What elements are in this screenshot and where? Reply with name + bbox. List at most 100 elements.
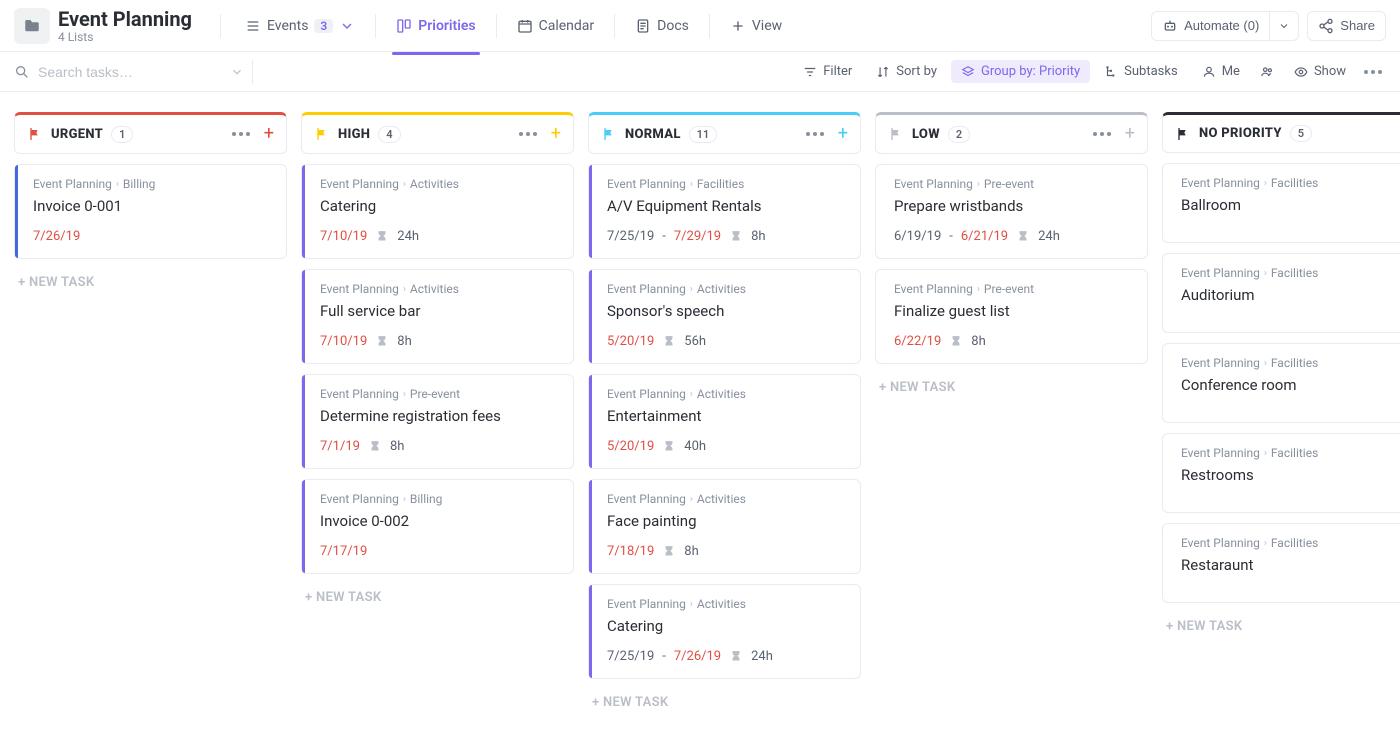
task-card[interactable]: Event Planning›FacilitiesA/V Equipment R… [588, 164, 861, 259]
flag-icon [601, 126, 617, 142]
task-breadcrumb: Event Planning›Pre-event [894, 282, 1133, 296]
column-name: NO PRIORITY [1199, 126, 1282, 141]
chevron-right-icon: › [1264, 358, 1267, 369]
list-name: Activities [697, 282, 746, 296]
more-menu[interactable] [1360, 66, 1386, 78]
hourglass-icon [949, 335, 963, 349]
task-breadcrumb: Event Planning›Pre-event [894, 177, 1133, 191]
task-title: Face painting [607, 512, 846, 530]
tab-calendar[interactable]: Calendar [505, 10, 607, 42]
list-name: Facilities [1271, 266, 1318, 280]
task-date-end: 6/21/19 [961, 229, 1008, 244]
hourglass-icon [662, 545, 676, 559]
share-button[interactable]: Share [1307, 11, 1386, 41]
project-name: Event Planning [607, 492, 686, 506]
task-card[interactable]: Event Planning›FacilitiesConference room [1162, 343, 1400, 423]
task-card[interactable]: Event Planning›ActivitiesFull service ba… [301, 269, 574, 364]
tab-priorities[interactable]: Priorities [384, 10, 487, 42]
task-card[interactable]: Event Planning›Pre-eventDetermine regist… [301, 374, 574, 469]
hourglass-icon [368, 440, 382, 454]
task-date: 7/26/19 [33, 229, 80, 244]
new-task-button[interactable]: + NEW TASK [875, 374, 1148, 401]
task-title: A/V Equipment Rentals [607, 197, 846, 215]
chevron-right-icon: › [690, 599, 693, 610]
task-card[interactable]: Event Planning›FacilitiesBallroom [1162, 163, 1400, 243]
add-task-button[interactable]: + [264, 125, 274, 143]
board-icon [396, 18, 412, 34]
hourglass-icon [375, 335, 389, 349]
chevron-right-icon: › [690, 179, 693, 190]
show-button[interactable]: Show [1284, 60, 1356, 83]
task-card[interactable]: Event Planning›BillingInvoice 0-0027/17/… [301, 479, 574, 574]
column-count: 11 [689, 126, 718, 143]
task-card[interactable]: Event Planning›FacilitiesRestrooms [1162, 433, 1400, 513]
group-button[interactable]: Group by: Priority [951, 60, 1090, 83]
task-date: 7/17/19 [320, 544, 367, 559]
task-card[interactable]: Event Planning›Pre-eventPrepare wristban… [875, 164, 1148, 259]
task-card[interactable]: Event Planning›ActivitiesCatering7/10/19… [301, 164, 574, 259]
hourglass-icon [1016, 230, 1030, 244]
robot-icon [1162, 18, 1178, 34]
column-menu[interactable] [515, 128, 541, 140]
task-breadcrumb: Event Planning›Facilities [1181, 536, 1400, 550]
top-bar: Event Planning 4 Lists Events 3 Prioriti… [0, 0, 1400, 52]
task-card[interactable]: Event Planning›ActivitiesCatering7/25/19… [588, 584, 861, 679]
tab-add-view[interactable]: View [718, 10, 794, 42]
add-task-button[interactable]: + [838, 125, 848, 143]
add-task-button[interactable]: + [1125, 125, 1135, 143]
new-task-button[interactable]: + NEW TASK [1162, 613, 1400, 640]
chevron-down-icon [1278, 20, 1290, 32]
automate-dropdown[interactable] [1269, 11, 1299, 41]
automate-label: Automate (0) [1184, 18, 1259, 33]
column-menu[interactable] [1089, 128, 1115, 140]
tab-events[interactable]: Events 3 [233, 10, 367, 42]
task-card[interactable]: Event Planning›ActivitiesEntertainment5/… [588, 374, 861, 469]
project-name: Event Planning [607, 597, 686, 611]
divider [496, 14, 497, 38]
column-menu[interactable] [802, 128, 828, 140]
task-card[interactable]: Event Planning›ActivitiesFace painting7/… [588, 479, 861, 574]
task-breadcrumb: Event Planning›Billing [320, 492, 559, 506]
me-label: Me [1222, 64, 1240, 79]
task-card[interactable]: Event Planning›FacilitiesAuditorium [1162, 253, 1400, 333]
column-count: 1 [111, 126, 133, 143]
column-low: LOW2+Event Planning›Pre-eventPrepare wri… [875, 112, 1148, 401]
task-breadcrumb: Event Planning›Activities [320, 282, 559, 296]
task-title: Catering [320, 197, 559, 215]
hourglass-icon [662, 440, 676, 454]
task-card[interactable]: Event Planning›FacilitiesRestaraunt [1162, 523, 1400, 603]
chevron-down-icon[interactable] [230, 65, 244, 79]
task-card[interactable]: Event Planning›ActivitiesSponsor's speec… [588, 269, 861, 364]
new-task-button[interactable]: + NEW TASK [301, 584, 574, 611]
task-title: Auditorium [1181, 286, 1400, 304]
search-box[interactable] [14, 64, 244, 80]
column-header: NORMAL11+ [588, 112, 861, 154]
folder-icon [14, 8, 50, 44]
add-task-button[interactable]: + [551, 125, 561, 143]
chevron-right-icon: › [690, 284, 693, 295]
list-name: Facilities [1271, 176, 1318, 190]
automate-button[interactable]: Automate (0) [1151, 11, 1269, 41]
task-time: 40h [684, 439, 706, 454]
tab-docs[interactable]: Docs [623, 10, 701, 42]
list-name: Billing [123, 177, 156, 191]
column-menu[interactable] [228, 128, 254, 140]
column-menu[interactable] [1396, 128, 1400, 140]
task-card[interactable]: Event Planning›Pre-eventFinalize guest l… [875, 269, 1148, 364]
column-header: URGENT1+ [14, 112, 287, 154]
chevron-right-icon: › [403, 179, 406, 190]
new-task-button[interactable]: + NEW TASK [14, 269, 287, 296]
assignees-button[interactable] [1254, 61, 1280, 83]
subtasks-button[interactable]: Subtasks [1094, 60, 1188, 83]
subtask-icon [1104, 65, 1118, 79]
search-input[interactable] [38, 64, 222, 80]
task-card[interactable]: Event Planning›BillingInvoice 0-0017/26/… [14, 164, 287, 259]
me-button[interactable]: Me [1192, 60, 1250, 83]
plus-icon [730, 18, 746, 34]
sort-button[interactable]: Sort by [866, 60, 947, 83]
list-icon [245, 18, 261, 34]
flag-icon [888, 126, 904, 142]
task-date: 6/22/19 [894, 334, 941, 349]
filter-button[interactable]: Filter [793, 60, 862, 83]
new-task-button[interactable]: + NEW TASK [588, 689, 861, 716]
